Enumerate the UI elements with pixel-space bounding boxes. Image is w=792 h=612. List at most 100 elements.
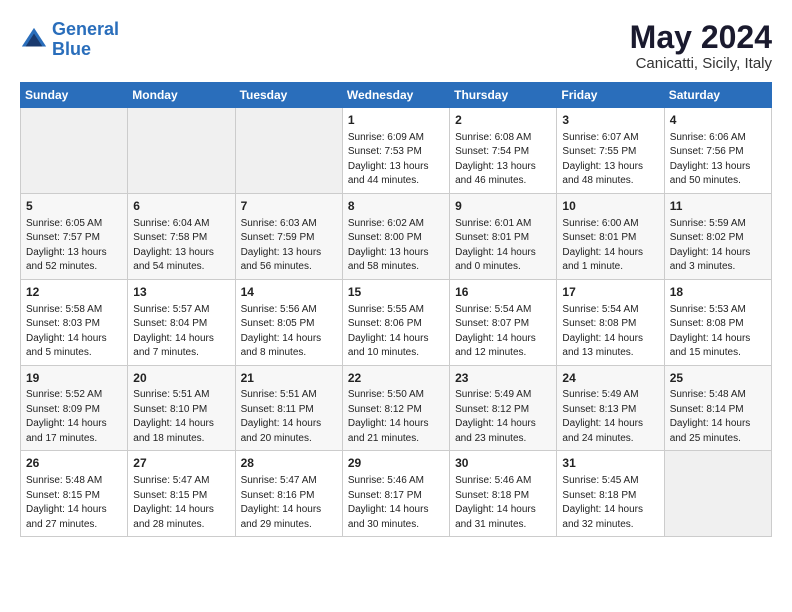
calendar-cell: 5 Sunrise: 6:05 AMSunset: 7:57 PMDaylight… <box>21 193 128 279</box>
day-number: 17 <box>562 284 658 301</box>
weekday-header-thursday: Thursday <box>450 83 557 108</box>
day-number: 23 <box>455 370 551 387</box>
week-row-5: 26 Sunrise: 5:48 AMSunset: 8:15 PMDayligh… <box>21 451 772 537</box>
day-number: 26 <box>26 455 122 472</box>
day-number: 21 <box>241 370 337 387</box>
day-info: Sunrise: 5:57 AMSunset: 8:04 PMDaylight:… <box>133 303 229 361</box>
title-block: May 2024 Canicatti, Sicily, Italy <box>630 20 772 72</box>
day-info: Sunrise: 5:45 AMSunset: 8:18 PMDaylight:… <box>562 474 658 532</box>
calendar-cell <box>664 451 771 537</box>
weekday-header-sunday: Sunday <box>21 83 128 108</box>
day-number: 14 <box>241 284 337 301</box>
week-row-3: 12Sunrise: 5:58 AMSunset: 8:03 PMDayligh… <box>21 279 772 365</box>
weekday-header-wednesday: Wednesday <box>342 83 449 108</box>
day-info: Sunrise: 6:05 AMSunset: 7:57 PMDaylight:… <box>26 217 122 275</box>
day-number: 16 <box>455 284 551 301</box>
week-row-2: 5 Sunrise: 6:05 AMSunset: 7:57 PMDaylight… <box>21 193 772 279</box>
calendar-cell: 22Sunrise: 5:50 AMSunset: 8:12 PMDayligh… <box>342 365 449 451</box>
calendar-cell <box>21 108 128 194</box>
calendar-cell: 6Sunrise: 6:04 AMSunset: 7:58 PMDaylight… <box>128 193 235 279</box>
day-info: Sunrise: 5:53 AMSunset: 8:08 PMDaylight:… <box>670 303 766 361</box>
day-info: Sunrise: 5:52 AMSunset: 8:09 PMDaylight:… <box>26 388 122 446</box>
calendar-cell: 23Sunrise: 5:49 AMSunset: 8:12 PMDayligh… <box>450 365 557 451</box>
calendar-cell: 4Sunrise: 6:06 AMSunset: 7:56 PMDaylight… <box>664 108 771 194</box>
day-info: Sunrise: 5:50 AMSunset: 8:12 PMDaylight:… <box>348 388 444 446</box>
calendar-cell: 14 Sunrise: 5:56 AMSunset: 8:05 PMDayligh… <box>235 279 342 365</box>
day-info: Sunrise: 5:48 AMSunset: 8:15 PMDaylight:… <box>26 474 122 532</box>
day-number: 10 <box>562 198 658 215</box>
day-info: Sunrise: 5:59 AMSunset: 8:02 PMDaylight:… <box>670 217 766 275</box>
day-info: Sunrise: 5:56 AMSunset: 8:05 PMDaylight:… <box>241 303 337 361</box>
day-info: Sunrise: 6:09 AMSunset: 7:53 PMDaylight:… <box>348 131 444 189</box>
day-number: 9 <box>455 198 551 215</box>
logo-icon <box>20 26 48 54</box>
day-info: Sunrise: 6:08 AMSunset: 7:54 PMDaylight:… <box>455 131 551 189</box>
day-number: 24 <box>562 370 658 387</box>
day-info: Sunrise: 5:46 AMSunset: 8:18 PMDaylight:… <box>455 474 551 532</box>
calendar-table: SundayMondayTuesdayWednesdayThursdayFrid… <box>20 82 772 537</box>
day-info: Sunrise: 5:55 AMSunset: 8:06 PMDaylight:… <box>348 303 444 361</box>
day-info: Sunrise: 5:47 AMSunset: 8:16 PMDaylight:… <box>241 474 337 532</box>
day-info: Sunrise: 5:51 AMSunset: 8:10 PMDaylight:… <box>133 388 229 446</box>
weekday-header-row: SundayMondayTuesdayWednesdayThursdayFrid… <box>21 83 772 108</box>
calendar-cell: 12Sunrise: 5:58 AMSunset: 8:03 PMDayligh… <box>21 279 128 365</box>
calendar-cell: 3 Sunrise: 6:07 AMSunset: 7:55 PMDaylight… <box>557 108 664 194</box>
day-number: 30 <box>455 455 551 472</box>
weekday-header-monday: Monday <box>128 83 235 108</box>
day-info: Sunrise: 5:51 AMSunset: 8:11 PMDaylight:… <box>241 388 337 446</box>
day-info: Sunrise: 6:04 AMSunset: 7:58 PMDaylight:… <box>133 217 229 275</box>
day-number: 2 <box>455 112 551 129</box>
day-info: Sunrise: 5:48 AMSunset: 8:14 PMDaylight:… <box>670 388 766 446</box>
calendar-cell: 9 Sunrise: 6:01 AMSunset: 8:01 PMDaylight… <box>450 193 557 279</box>
calendar-cell: 27Sunrise: 5:47 AMSunset: 8:15 PMDayligh… <box>128 451 235 537</box>
calendar-cell: 26 Sunrise: 5:48 AMSunset: 8:15 PMDayligh… <box>21 451 128 537</box>
calendar-cell: 28 Sunrise: 5:47 AMSunset: 8:16 PMDayligh… <box>235 451 342 537</box>
day-number: 4 <box>670 112 766 129</box>
calendar-cell: 17Sunrise: 5:54 AMSunset: 8:08 PMDayligh… <box>557 279 664 365</box>
day-info: Sunrise: 6:00 AMSunset: 8:01 PMDaylight:… <box>562 217 658 275</box>
weekday-header-tuesday: Tuesday <box>235 83 342 108</box>
calendar-cell: 10 Sunrise: 6:00 AMSunset: 8:01 PMDayligh… <box>557 193 664 279</box>
calendar-cell <box>128 108 235 194</box>
calendar-cell: 13 Sunrise: 5:57 AMSunset: 8:04 PMDayligh… <box>128 279 235 365</box>
day-number: 29 <box>348 455 444 472</box>
day-info: Sunrise: 6:01 AMSunset: 8:01 PMDaylight:… <box>455 217 551 275</box>
day-info: Sunrise: 6:02 AMSunset: 8:00 PMDaylight:… <box>348 217 444 275</box>
location: Canicatti, Sicily, Italy <box>630 55 772 72</box>
day-number: 3 <box>562 112 658 129</box>
day-number: 19 <box>26 370 122 387</box>
day-number: 18 <box>670 284 766 301</box>
day-number: 7 <box>241 198 337 215</box>
calendar-cell: 25Sunrise: 5:48 AMSunset: 8:14 PMDayligh… <box>664 365 771 451</box>
calendar-cell: 11 Sunrise: 5:59 AMSunset: 8:02 PMDayligh… <box>664 193 771 279</box>
weekday-header-saturday: Saturday <box>664 83 771 108</box>
page-header: General Blue May 2024 Canicatti, Sicily,… <box>20 20 772 72</box>
day-info: Sunrise: 5:49 AMSunset: 8:13 PMDaylight:… <box>562 388 658 446</box>
day-info: Sunrise: 5:54 AMSunset: 8:07 PMDaylight:… <box>455 303 551 361</box>
day-number: 11 <box>670 198 766 215</box>
calendar-cell <box>235 108 342 194</box>
logo-text: General Blue <box>52 20 119 60</box>
logo: General Blue <box>20 20 119 60</box>
day-info: Sunrise: 5:47 AMSunset: 8:15 PMDaylight:… <box>133 474 229 532</box>
calendar-cell: 30 Sunrise: 5:46 AMSunset: 8:18 PMDayligh… <box>450 451 557 537</box>
calendar-cell: 29Sunrise: 5:46 AMSunset: 8:17 PMDayligh… <box>342 451 449 537</box>
day-number: 12 <box>26 284 122 301</box>
calendar-cell: 1Sunrise: 6:09 AMSunset: 7:53 PMDaylight… <box>342 108 449 194</box>
day-number: 13 <box>133 284 229 301</box>
calendar-cell: 20Sunrise: 5:51 AMSunset: 8:10 PMDayligh… <box>128 365 235 451</box>
day-info: Sunrise: 6:07 AMSunset: 7:55 PMDaylight:… <box>562 131 658 189</box>
day-number: 28 <box>241 455 337 472</box>
calendar-cell: 8 Sunrise: 6:02 AMSunset: 8:00 PMDaylight… <box>342 193 449 279</box>
month-title: May 2024 <box>630 20 772 55</box>
week-row-1: 1Sunrise: 6:09 AMSunset: 7:53 PMDaylight… <box>21 108 772 194</box>
day-number: 31 <box>562 455 658 472</box>
day-number: 15 <box>348 284 444 301</box>
day-info: Sunrise: 6:03 AMSunset: 7:59 PMDaylight:… <box>241 217 337 275</box>
week-row-4: 19Sunrise: 5:52 AMSunset: 8:09 PMDayligh… <box>21 365 772 451</box>
weekday-header-friday: Friday <box>557 83 664 108</box>
day-info: Sunrise: 5:49 AMSunset: 8:12 PMDaylight:… <box>455 388 551 446</box>
day-number: 8 <box>348 198 444 215</box>
day-number: 5 <box>26 198 122 215</box>
calendar-cell: 18 Sunrise: 5:53 AMSunset: 8:08 PMDayligh… <box>664 279 771 365</box>
